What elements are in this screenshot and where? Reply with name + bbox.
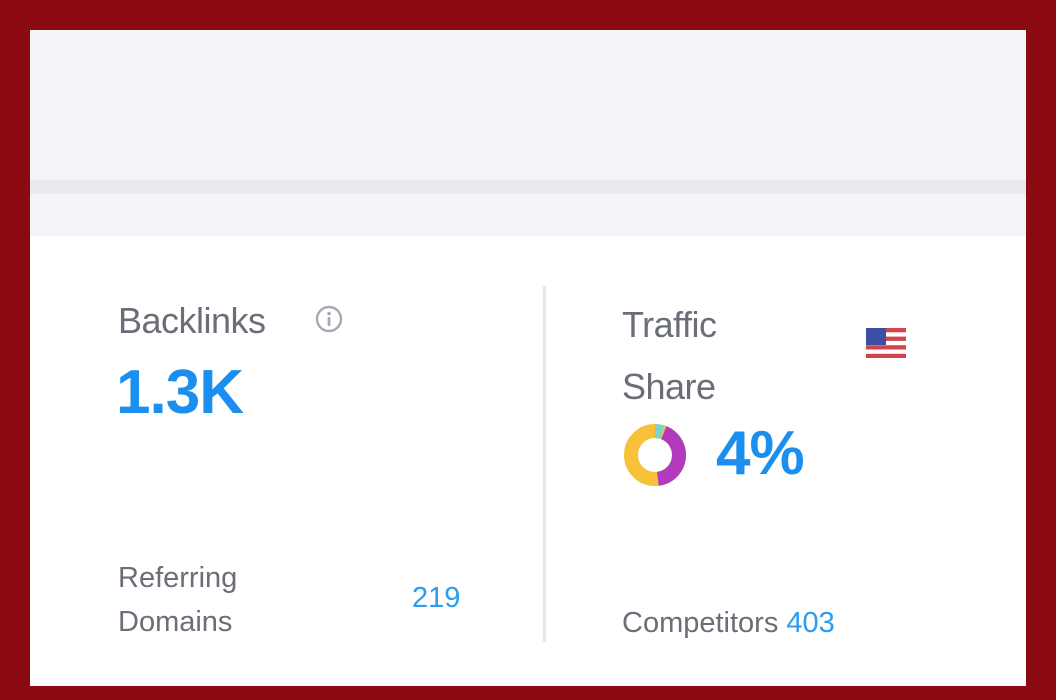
backlinks-widget: Backlinks 1.3K Referring Domains 219 (30, 236, 544, 686)
subheader-area (30, 194, 1026, 236)
backlinks-label: Backlinks (118, 300, 266, 341)
competitors-value[interactable]: 403 (786, 607, 834, 639)
header-divider (30, 180, 1026, 194)
traffic-share-value[interactable]: 4% (716, 418, 805, 490)
traffic-share-widget: Traffic Share 4% Competitors 403 (546, 236, 1026, 686)
competitors-label: Competitors (622, 607, 779, 639)
info-icon[interactable] (314, 304, 344, 334)
us-flag-icon (866, 328, 906, 358)
traffic-share-donut-icon (620, 420, 690, 490)
backlinks-value[interactable]: 1.3K (116, 358, 244, 428)
referring-domains-value[interactable]: 219 (412, 582, 460, 615)
header-area (30, 30, 1026, 180)
competitors-line: Competitors 403 (622, 601, 835, 645)
metrics-card-frame: Backlinks 1.3K Referring Domains 219 Tra… (30, 30, 1026, 686)
referring-domains-label: Referring Domains (118, 562, 238, 638)
traffic-share-label: Traffic Share (622, 304, 717, 407)
